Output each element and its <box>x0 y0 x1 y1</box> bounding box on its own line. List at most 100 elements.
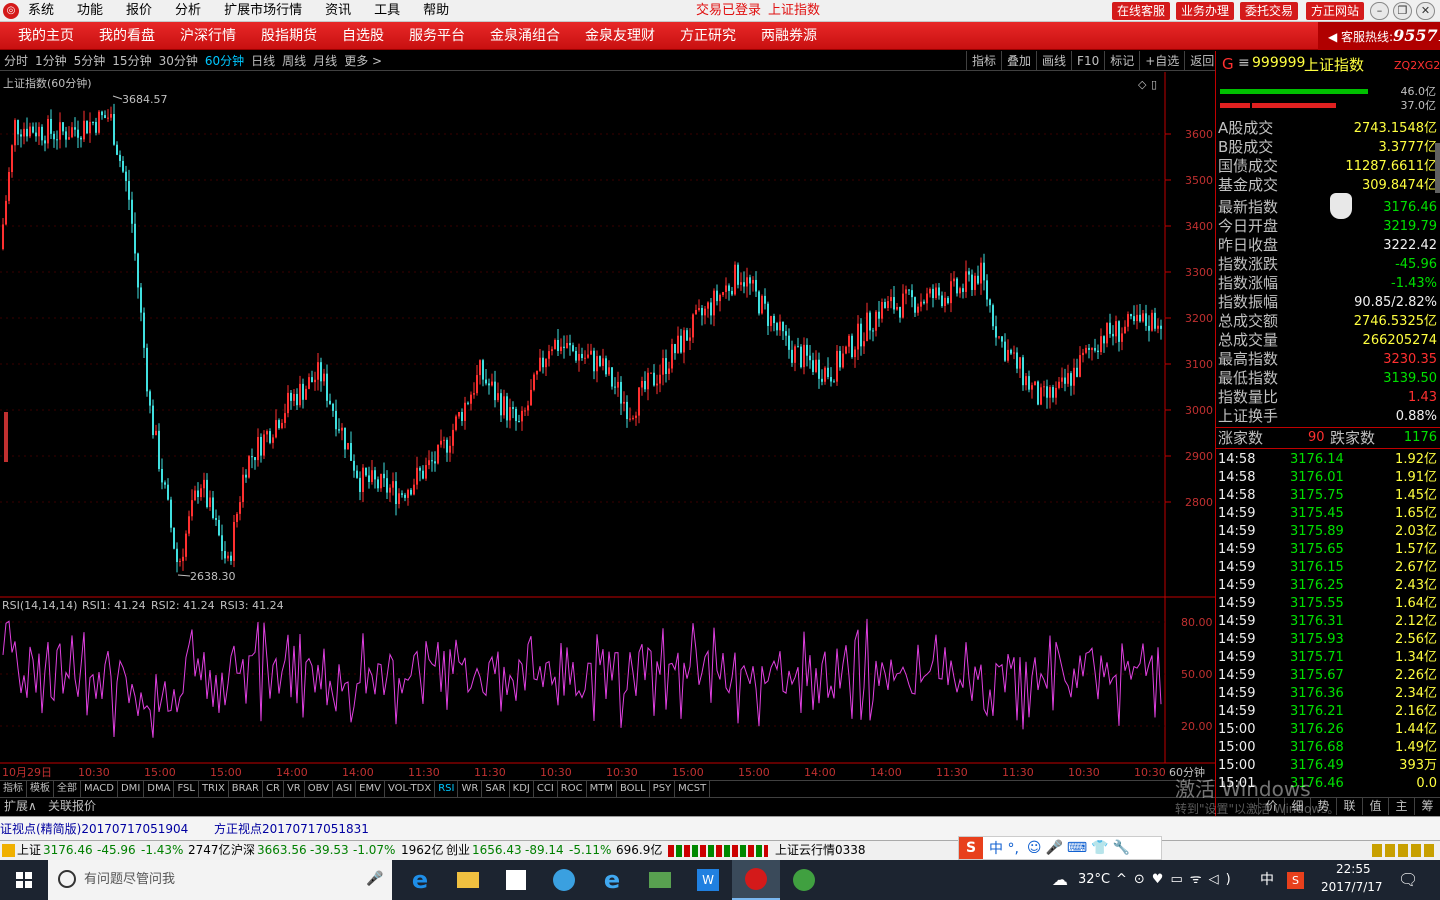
menu-icon[interactable]: ≡ <box>1238 55 1250 71</box>
tab-chips[interactable]: 筹 <box>1414 798 1440 815</box>
indicator-tab[interactable]: MTM <box>587 781 617 797</box>
nav-portfolio[interactable]: 金泉涌组合 <box>490 22 560 50</box>
ime-language[interactable]: 中 <box>1260 860 1274 900</box>
tool-indicator[interactable]: 指标 <box>966 51 1001 71</box>
tray-icons[interactable]: ^⊙♥▭ᯤ◁) <box>1116 860 1238 900</box>
cy-name[interactable]: 创业 <box>446 841 470 860</box>
trade-button[interactable]: 委托交易 <box>1240 2 1299 20</box>
browser-icon[interactable] <box>540 860 588 900</box>
ime-toolbar[interactable]: S 中 °, ☺🎤⌨👕🔧 <box>958 836 1162 860</box>
ie-icon[interactable]: e <box>588 860 636 900</box>
news-item-1[interactable]: 证视点(精简版)20170717051904 <box>0 817 188 841</box>
period-daily[interactable]: 日线 <box>251 51 275 71</box>
menu-item-quote[interactable]: 报价 <box>126 0 152 22</box>
indicator-tab[interactable]: PSY <box>650 781 676 797</box>
weather-icon[interactable]: ☁ <box>1052 860 1068 900</box>
indicator-tab[interactable]: BOLL <box>617 781 650 797</box>
panel-toggle-icon[interactable]: ▯ <box>1151 78 1157 91</box>
sh-name[interactable]: 上证 <box>17 841 41 860</box>
tool-mark[interactable]: 标记 <box>1104 51 1139 71</box>
network-app-icon[interactable] <box>636 860 684 900</box>
nav-futures[interactable]: 股指期货 <box>261 22 317 50</box>
indicator-tab[interactable]: EMV <box>356 781 385 797</box>
indicator-tab[interactable]: FSL <box>174 781 199 797</box>
sz-name[interactable]: 沪深 <box>231 841 255 860</box>
panel-scrollbar[interactable] <box>1435 143 1440 193</box>
indicator-tab[interactable]: MACD <box>81 781 118 797</box>
website-button[interactable]: 方正网站 <box>1306 2 1365 20</box>
ime-mode[interactable]: 中 °, <box>989 838 1019 858</box>
menu-item-analysis[interactable]: 分析 <box>175 0 201 22</box>
edge-icon[interactable]: e <box>396 860 444 900</box>
indicator-tab[interactable]: ASI <box>333 781 357 797</box>
related-quote-button[interactable]: 关联报价 <box>48 798 96 815</box>
indicator-tab[interactable]: ROC <box>558 781 587 797</box>
close-icon[interactable]: ✕ <box>1416 2 1435 20</box>
file-explorer-icon[interactable] <box>444 860 492 900</box>
online-service-button[interactable]: 在线客服 <box>1112 2 1171 20</box>
indicator-tab[interactable]: VR <box>284 781 305 797</box>
menu-item-function[interactable]: 功能 <box>77 0 103 22</box>
nav-my-board[interactable]: 我的看盘 <box>99 22 155 50</box>
minimize-icon[interactable]: – <box>1370 2 1389 20</box>
indicator-tab[interactable]: WR <box>458 781 483 797</box>
period-weekly[interactable]: 周线 <box>282 51 306 71</box>
indicator-tab[interactable]: CR <box>263 781 284 797</box>
tool-f10[interactable]: F10 <box>1071 51 1104 71</box>
tab-value[interactable]: 值 <box>1362 798 1388 815</box>
notification-icon[interactable]: 🗨 <box>1398 860 1418 900</box>
business-button[interactable]: 业务办理 <box>1176 2 1235 20</box>
nav-watchlist[interactable]: 自选股 <box>342 22 384 50</box>
wps-icon[interactable]: W <box>684 860 732 900</box>
start-button[interactable] <box>0 860 48 900</box>
nav-wealth[interactable]: 金泉友理财 <box>585 22 655 50</box>
nav-margin[interactable]: 两融券源 <box>761 22 817 50</box>
nav-research[interactable]: 方正研究 <box>680 22 736 50</box>
menu-item-tools[interactable]: 工具 <box>374 0 400 22</box>
scroll-marker[interactable] <box>4 412 8 462</box>
tool-draw[interactable]: 画线 <box>1036 51 1071 71</box>
indicator-tab[interactable]: BRAR <box>229 781 263 797</box>
indicator-tab[interactable]: SAR <box>482 781 510 797</box>
store-icon[interactable] <box>492 860 540 900</box>
period-intraday[interactable]: 分时 <box>4 51 28 71</box>
period-30min[interactable]: 30分钟 <box>159 51 198 71</box>
indicator-tab[interactable]: 模板 <box>27 781 54 797</box>
indicator-tab[interactable]: DMA <box>144 781 175 797</box>
indicator-tab[interactable]: DMI <box>118 781 145 797</box>
indicator-tab[interactable]: VOL-TDX <box>385 781 436 797</box>
news-item-2[interactable]: 方正视点20170717051831 <box>214 817 369 841</box>
nav-sh-sz[interactable]: 沪深行情 <box>180 22 236 50</box>
kline-chart[interactable]: 上证指数(60分钟) ◇ ▯ 3600 3500 3400 3300 3200 3100 3… <box>0 72 1215 780</box>
indicator-tab[interactable]: KDJ <box>510 781 534 797</box>
period-5min[interactable]: 5分钟 <box>74 51 106 71</box>
sogou-tray-icon[interactable]: S <box>1287 872 1304 889</box>
tab-main[interactable]: 主 <box>1388 798 1414 815</box>
indicator-tab[interactable]: 指标 <box>0 781 27 797</box>
restore-icon[interactable]: ❐ <box>1393 2 1412 20</box>
indicator-tab[interactable]: 全部 <box>54 781 81 797</box>
tool-add-watch[interactable]: +自选 <box>1139 51 1184 71</box>
clock-time[interactable]: 22:55 <box>1336 862 1371 876</box>
indicator-tab[interactable]: TRIX <box>199 781 229 797</box>
period-15min[interactable]: 15分钟 <box>112 51 151 71</box>
cortana-search[interactable]: 有问题尽管问我 🎤 <box>48 860 392 900</box>
period-more[interactable]: 更多 > <box>344 51 382 71</box>
indicator-tab[interactable]: MCST <box>675 781 711 797</box>
ime-tool-icons[interactable]: ☺🎤⌨👕🔧 <box>1027 840 1134 856</box>
tab-detail[interactable]: 细 <box>1284 798 1310 815</box>
founder-app-icon[interactable] <box>732 860 780 900</box>
period-monthly[interactable]: 月线 <box>313 51 337 71</box>
nav-service[interactable]: 服务平台 <box>409 22 465 50</box>
tab-related[interactable]: 联 <box>1336 798 1362 815</box>
expand-button[interactable]: 扩展∧ <box>4 798 37 815</box>
diamond-icon[interactable]: ◇ <box>1138 78 1147 91</box>
microphone-icon[interactable]: 🎤 <box>366 871 383 887</box>
tab-trend[interactable]: 势 <box>1310 798 1336 815</box>
nav-home[interactable]: 我的主页 <box>18 22 74 50</box>
indicator-tab[interactable]: RSI <box>435 781 459 797</box>
menu-item-system[interactable]: 系统 <box>28 0 54 22</box>
indicator-tab[interactable]: CCI <box>534 781 558 797</box>
tab-price[interactable]: 价 <box>1258 798 1284 815</box>
globe-app-icon[interactable] <box>780 860 828 900</box>
